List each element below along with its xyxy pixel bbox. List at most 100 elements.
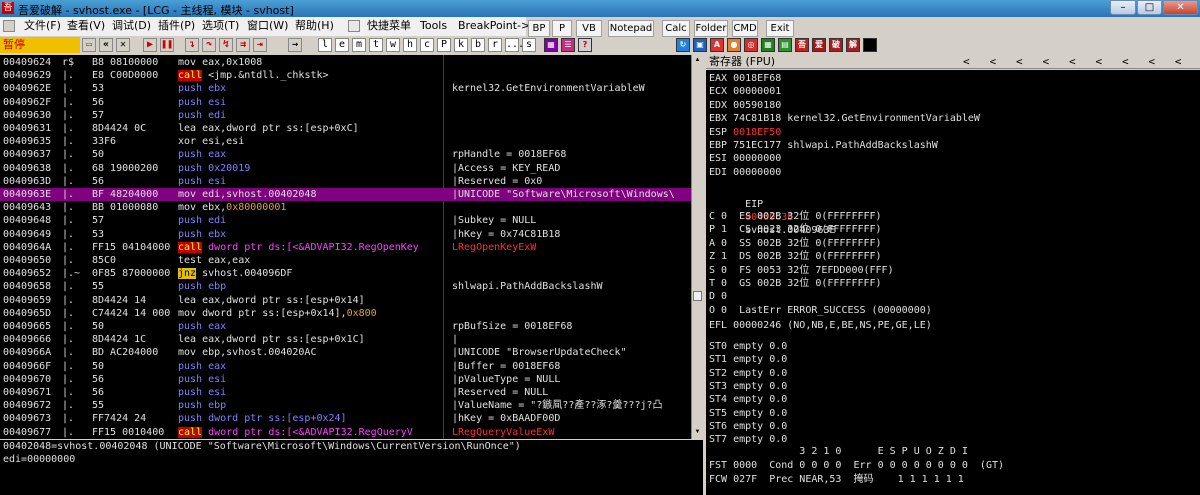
disassembly-row[interactable]: 0040966F |. 50 push eax |Buffer = 0018EF68	[0, 360, 691, 373]
crack-icon[interactable]: 破	[829, 38, 843, 52]
tool-handles-button[interactable]: h	[403, 38, 417, 52]
disassembly-row[interactable]: 00409670 |. 56 push esi |pValueType = NULL	[0, 373, 691, 386]
cpu-disassembly-pane[interactable]: 00409624 r$ B8 08100000 mov eax,0x1008 00409…	[0, 55, 691, 439]
menu-window[interactable]: 窗口(W)	[247, 19, 288, 33]
disassembly-row[interactable]: 0040963E |. BF 48204000 mov edi,svhost.0040…	[0, 188, 691, 201]
flag-row[interactable]: P 1 CS 0023 32位 0(FFFFFFFF)	[709, 223, 882, 236]
disassembly-row[interactable]: 00409648 |. 57 push edi |Subkey = NULL	[0, 214, 691, 227]
tool-threads-button[interactable]: t	[369, 38, 383, 52]
menu-plugins[interactable]: 插件(P)	[158, 19, 195, 33]
scroll-up-icon[interactable]: ▲	[693, 55, 702, 65]
flag-row[interactable]: A 0 SS 002B 32位 0(FFFFFFFF)	[709, 237, 882, 250]
disassembly-row[interactable]: 00409650 |. 85C0 test eax,eax	[0, 254, 691, 267]
fpu-st-register[interactable]: ST5 empty 0.0	[709, 407, 787, 420]
fpu-st-register[interactable]: ST2 empty 0.0	[709, 367, 787, 380]
fpu-control-word[interactable]: FCW 027F Prec NEAR,53 掩码 1 1 1 1 1 1	[709, 473, 964, 486]
cpu-scrollbar[interactable]: ▲ ▼	[691, 55, 703, 439]
plugin-grid-icon[interactable]: ▦	[544, 38, 558, 52]
step-over-icon[interactable]: ↷	[202, 38, 216, 52]
disassembly-row[interactable]: 00409649 |. 53 push ebx |hKey = 0x74C81B18	[0, 228, 691, 241]
a-icon[interactable]: A	[710, 38, 724, 52]
efl-register[interactable]: EFL 00000246 (NO,NB,E,BE,NS,PE,GE,LE)	[709, 319, 932, 332]
disassembly-row[interactable]: 00409637 |. 50 push eax rpHandle = 0018EF68	[0, 148, 691, 161]
tool-breakpoints-button[interactable]: b	[471, 38, 485, 52]
love-icon[interactable]: 爱	[812, 38, 826, 52]
disassembly-row[interactable]: 00409638 |. 68 19000200 push 0x20019 |Access…	[0, 162, 691, 175]
goto-icon[interactable]: →	[288, 38, 302, 52]
disassembly-row[interactable]: 00409677 |. FF15 0010400 call dword ptr ds:…	[0, 426, 691, 439]
record-icon[interactable]: 吾	[795, 38, 809, 52]
quick-calc-button[interactable]: Calc	[662, 20, 690, 37]
disassembly-row[interactable]: 00409652 |.~ 0F85 87000000 jnz svhost.00409…	[0, 267, 691, 280]
tool-callstack-button[interactable]: k	[454, 38, 468, 52]
disassembly-row[interactable]: 0040964A |. FF15 04104000 call dword ptr ds…	[0, 241, 691, 254]
menu-file[interactable]: 文件(F)	[24, 19, 61, 33]
flag-row[interactable]: S 0 FS 0053 32位 7EFDD000(FFF)	[709, 264, 894, 277]
flag-row[interactable]: O 0 LastErr ERROR_SUCCESS (00000000)	[709, 304, 932, 317]
quick-p-button[interactable]: P	[552, 20, 572, 37]
disassembly-row[interactable]: 00409665 |. 50 push eax rpBufSize = 0018EF68	[0, 320, 691, 333]
tool-references-button[interactable]: r	[488, 38, 502, 52]
register-edx[interactable]: EDX 00590180	[709, 99, 787, 112]
flag-row[interactable]: C 0 ES 002B 32位 0(FFFFFFFF)	[709, 210, 882, 223]
quick-notepad-button[interactable]: Notepad	[608, 20, 654, 37]
disassembly-row[interactable]: 00409666 |. 8D4424 1C lea eax,dword ptr ss:…	[0, 333, 691, 346]
stop-icon[interactable]: ◎	[744, 38, 758, 52]
disassembly-row[interactable]: 0040962E |. 53 push ebx kernel32.GetEnvironm…	[0, 82, 691, 95]
fpu-status-word[interactable]: FST 0000 Cond 0 0 0 0 Err 0 0 0 0 0 0 0 …	[709, 459, 1004, 472]
disassembly-row[interactable]: 00409635 |. 33F6 xor esi,esi	[0, 135, 691, 148]
disassembly-row[interactable]: 00409630 |. 57 push edi	[0, 109, 691, 122]
register-ecx[interactable]: ECX 00000001	[709, 85, 787, 98]
execute-till-return-icon[interactable]: ⇥	[253, 38, 267, 52]
disassembly-row[interactable]: 0040965D |. C74424 14 000 mov dword ptr ss:…	[0, 307, 691, 320]
tool-cpu-button[interactable]: c	[420, 38, 434, 52]
menu-options[interactable]: 选项(T)	[202, 19, 239, 33]
close-icon[interactable]: ✕	[116, 38, 130, 52]
flag-row[interactable]: Z 1 DS 002B 32位 0(FFFFFFFF)	[709, 250, 882, 263]
quick-cmd-button[interactable]: CMD	[732, 20, 758, 37]
black-icon[interactable]	[863, 38, 877, 52]
scroll-thumb[interactable]	[693, 291, 702, 301]
trace-over-icon[interactable]: ⇉	[236, 38, 250, 52]
tool-runtrace-button[interactable]: ...	[505, 38, 524, 52]
register-nav-arrows[interactable]: < < < < < < < < <	[963, 55, 1182, 69]
register-esp[interactable]: ESP 0018EF50	[709, 126, 787, 139]
disassembly-row[interactable]: 0040963D |. 56 push esi |Reserved = 0x0	[0, 175, 691, 188]
disassembly-row[interactable]: 00409624 r$ B8 08100000 mov eax,0x1008	[0, 56, 691, 69]
disassembly-row[interactable]: 00409643 |. BB 01000080 mov ebx,0x80000001	[0, 201, 691, 214]
disassembly-row[interactable]: 00409659 |. 8D4424 14 lea eax,dword ptr ss:…	[0, 294, 691, 307]
refresh-icon[interactable]: ↻	[676, 38, 690, 52]
restart-icon[interactable]: «	[99, 38, 113, 52]
register-edi[interactable]: EDI 00000000	[709, 166, 787, 179]
menu-debug[interactable]: 调试(D)	[112, 19, 151, 33]
menu-quick[interactable]: 快捷菜单	[367, 19, 411, 33]
trace-into-icon[interactable]: ↯	[219, 38, 233, 52]
disassembly-row[interactable]: 0040962F |. 56 push esi	[0, 96, 691, 109]
flag-row[interactable]: T 0 GS 002B 32位 0(FFFFFFFF)	[709, 277, 882, 290]
quick-vb-button[interactable]: VB	[576, 20, 602, 37]
save-icon[interactable]: ▣	[693, 38, 707, 52]
disassembly-row[interactable]: 00409672 |. 55 push ebp |ValueName = "?鏃凬??產…	[0, 399, 691, 412]
tool-modules-button[interactable]: e	[335, 38, 349, 52]
register-ebp[interactable]: EBP 751EC177 shlwapi.PathAddBackslashW	[709, 139, 938, 152]
menu-tools[interactable]: Tools	[420, 19, 447, 33]
minimize-button[interactable]: –	[1110, 0, 1136, 15]
fpu-st-register[interactable]: ST1 empty 0.0	[709, 353, 787, 366]
step-into-icon[interactable]: ↴	[185, 38, 199, 52]
run-icon[interactable]: ▶	[143, 38, 157, 52]
help-icon[interactable]: ?	[578, 38, 592, 52]
scroll-down-icon[interactable]: ▼	[693, 427, 702, 437]
quick-bp-button[interactable]: BP	[528, 20, 550, 37]
disassembly-row[interactable]: 00409671 |. 56 push esi |Reserved = NULL	[0, 386, 691, 399]
tool-memory-button[interactable]: m	[352, 38, 366, 52]
fpu-st-register[interactable]: ST0 empty 0.0	[709, 340, 787, 353]
disassembly-row[interactable]: 00409658 |. 55 push ebp shlwapi.PathAddBacks…	[0, 280, 691, 293]
eip-register[interactable]: EIP 0040963E svhost.0040963E	[709, 185, 835, 236]
flag-row[interactable]: D 0	[709, 290, 727, 303]
unpack-icon[interactable]: 解	[846, 38, 860, 52]
disassembly-row[interactable]: 00409631 |. 8D4424 0C lea eax,dword ptr ss:…	[0, 122, 691, 135]
tool-patches-button[interactable]: P	[437, 38, 451, 52]
menu-help[interactable]: 帮助(H)	[295, 19, 334, 33]
fpu-st-register[interactable]: ST6 empty 0.0	[709, 420, 787, 433]
plugin-list-icon[interactable]: ☰	[561, 38, 575, 52]
